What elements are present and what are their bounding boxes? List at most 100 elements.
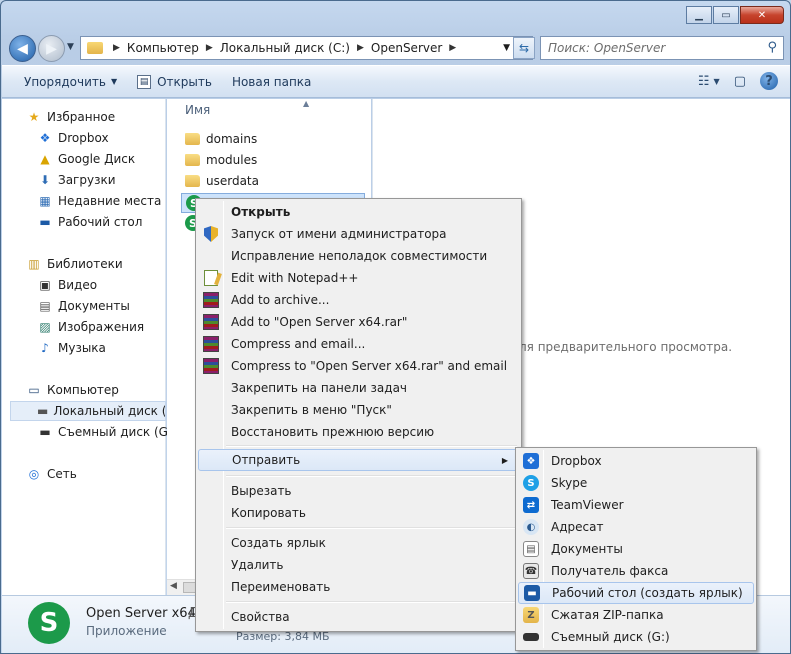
- file-item-userdata[interactable]: userdata: [185, 171, 259, 191]
- menu-label: Свойства: [231, 610, 290, 624]
- breadcrumb-separator-icon[interactable]: ▶: [445, 43, 460, 53]
- scroll-left-icon[interactable]: ◀: [170, 581, 177, 591]
- menu-label: Документы: [551, 542, 623, 556]
- nav-label: Видео: [58, 278, 98, 292]
- desktop-icon: ▬: [524, 585, 540, 601]
- navigation-row: ◀ ▶ ▼ ▶ Компьютер ▶ Локальный диск (C:) …: [7, 33, 787, 63]
- menu-item-troubleshoot-compatibility[interactable]: Исправление неполадок совместимости: [198, 245, 519, 267]
- winrar-icon: [203, 358, 219, 374]
- desktop-icon: ▬: [39, 215, 51, 229]
- recent-pages-dropdown-icon[interactable]: ▼: [67, 42, 74, 52]
- sendto-item-dropbox[interactable]: ❖ Dropbox: [518, 450, 754, 472]
- zip-folder-icon: Z: [523, 607, 539, 623]
- menu-item-pin-to-taskbar[interactable]: Закрепить на панели задач: [198, 377, 519, 399]
- sendto-item-mail-recipient[interactable]: ◐ Адресат: [518, 516, 754, 538]
- nav-label: Сеть: [47, 467, 77, 481]
- file-item-modules[interactable]: modules: [185, 150, 257, 170]
- nav-label: Компьютер: [47, 383, 119, 397]
- nav-label: Google Диск: [58, 152, 136, 166]
- menu-item-edit-notepadpp[interactable]: Edit with Notepad++: [198, 267, 519, 289]
- menu-item-delete[interactable]: Удалить: [198, 554, 519, 576]
- sendto-item-zip-folder[interactable]: Z Сжатая ZIP-папка: [518, 604, 754, 626]
- downloads-icon: ⬇: [39, 173, 51, 187]
- search-icon[interactable]: ⚲: [767, 40, 777, 55]
- menu-item-rename[interactable]: Переименовать: [198, 576, 519, 598]
- menu-item-restore-previous-versions[interactable]: Восстановить прежнюю версию: [198, 421, 519, 443]
- menu-item-send-to[interactable]: Отправить ▶: [198, 449, 519, 471]
- menu-label: Dropbox: [551, 454, 602, 468]
- menu-item-properties[interactable]: Свойства: [198, 606, 519, 628]
- address-dropdown-icon[interactable]: ▼: [503, 43, 510, 53]
- breadcrumb-computer[interactable]: Компьютер: [124, 41, 202, 55]
- sendto-item-teamviewer[interactable]: ⇄ TeamViewer: [518, 494, 754, 516]
- minimize-button[interactable]: ▁: [686, 6, 712, 24]
- menu-item-create-shortcut[interactable]: Создать ярлык: [198, 532, 519, 554]
- menu-label: Add to "Open Server x64.rar": [231, 315, 408, 329]
- organize-button[interactable]: Упорядочить ▼: [14, 70, 127, 94]
- menu-item-cut[interactable]: Вырезать: [198, 480, 519, 502]
- close-button[interactable]: ✕: [740, 6, 784, 24]
- sendto-item-skype[interactable]: S Skype: [518, 472, 754, 494]
- file-item-domains[interactable]: domains: [185, 129, 257, 149]
- nav-item-libraries[interactable]: ▥ Библиотеки: [26, 254, 190, 274]
- menu-label: Создать ярлык: [231, 536, 326, 550]
- view-dropdown-icon[interactable]: ▼: [714, 77, 720, 86]
- open-button[interactable]: ▤ Открыть: [127, 70, 222, 94]
- sendto-item-desktop-shortcut[interactable]: ▬ Рабочий стол (создать ярлык): [518, 582, 754, 604]
- menu-separator: [226, 601, 517, 603]
- breadcrumb-separator-icon[interactable]: ▶: [353, 43, 368, 53]
- menu-item-add-to-rar[interactable]: Add to "Open Server x64.rar": [198, 311, 519, 333]
- breadcrumb-separator-icon[interactable]: ▶: [202, 43, 217, 53]
- breadcrumb-separator-icon[interactable]: ▶: [109, 43, 124, 53]
- nav-item-local-disk[interactable]: ▬ Локальный диск (C: [10, 401, 166, 421]
- sort-arrow-icon: ▲: [303, 99, 310, 108]
- mail-recipient-icon: ◐: [523, 519, 539, 535]
- nav-item-favorites[interactable]: ★ Избранное: [26, 107, 190, 127]
- menu-label: Вырезать: [231, 484, 292, 498]
- nav-item-network[interactable]: ◎ Сеть: [26, 464, 190, 484]
- folder-icon: [87, 42, 103, 54]
- menu-item-add-to-archive[interactable]: Add to archive...: [198, 289, 519, 311]
- change-view-icon[interactable]: ☷: [698, 74, 710, 89]
- new-folder-label: Новая папка: [231, 74, 312, 89]
- sendto-item-removable-disk[interactable]: Съемный диск (G:): [518, 626, 754, 648]
- nav-label: Рабочий стол: [58, 215, 143, 229]
- navigation-pane: ★ Избранное ❖ Dropbox ▲ Google Диск ⬇ За…: [2, 99, 177, 595]
- preview-pane-icon[interactable]: ▢: [734, 74, 746, 89]
- organize-label: Упорядочить: [24, 74, 106, 89]
- menu-separator: [226, 475, 517, 477]
- sendto-item-documents[interactable]: ▤ Документы: [518, 538, 754, 560]
- menu-item-open[interactable]: Открыть: [198, 201, 519, 223]
- refresh-icon[interactable]: ⇆: [513, 37, 535, 59]
- maximize-button[interactable]: ▭: [713, 6, 739, 24]
- open-icon: ▤: [137, 74, 152, 89]
- menu-label: Рабочий стол (создать ярлык): [552, 586, 743, 600]
- nav-item-computer[interactable]: ▭ Компьютер: [26, 380, 190, 400]
- uac-shield-icon: [204, 226, 218, 242]
- search-input[interactable]: Поиск: OpenServer ⚲: [540, 36, 784, 60]
- menu-item-run-as-admin[interactable]: Запуск от имени администратора: [198, 223, 519, 245]
- back-button[interactable]: ◀: [9, 35, 36, 62]
- new-folder-button[interactable]: Новая папка: [222, 70, 321, 94]
- nav-label: Загрузки: [58, 173, 116, 187]
- breadcrumb-local-disk[interactable]: Локальный диск (C:): [217, 41, 353, 55]
- menu-item-pin-to-start[interactable]: Закрепить в меню "Пуск": [198, 399, 519, 421]
- menu-label: Edit with Notepad++: [231, 271, 359, 285]
- sendto-item-fax-recipient[interactable]: ☎ Получатель факса: [518, 560, 754, 582]
- nav-label: Избранное: [47, 110, 116, 124]
- menu-label: Адресат: [551, 520, 604, 534]
- menu-label: Восстановить прежнюю версию: [231, 425, 435, 439]
- menu-item-compress-and-email[interactable]: Compress and email...: [198, 333, 519, 355]
- address-bar[interactable]: ▶ Компьютер ▶ Локальный диск (C:) ▶ Open…: [80, 36, 533, 60]
- forward-button[interactable]: ▶: [38, 35, 65, 62]
- column-header-name[interactable]: Имя: [185, 103, 210, 117]
- open-label: Открыть: [157, 74, 212, 89]
- breadcrumb-openserver[interactable]: OpenServer: [368, 41, 445, 55]
- folder-icon: [185, 154, 200, 166]
- menu-item-copy[interactable]: Копировать: [198, 502, 519, 524]
- menu-label: Закрепить на панели задач: [231, 381, 408, 395]
- menu-item-compress-to-rar-and-email[interactable]: Compress to "Open Server x64.rar" and em…: [198, 355, 519, 377]
- help-icon[interactable]: ?: [760, 72, 778, 90]
- documents-icon: ▤: [39, 299, 51, 313]
- file-label: modules: [206, 153, 258, 167]
